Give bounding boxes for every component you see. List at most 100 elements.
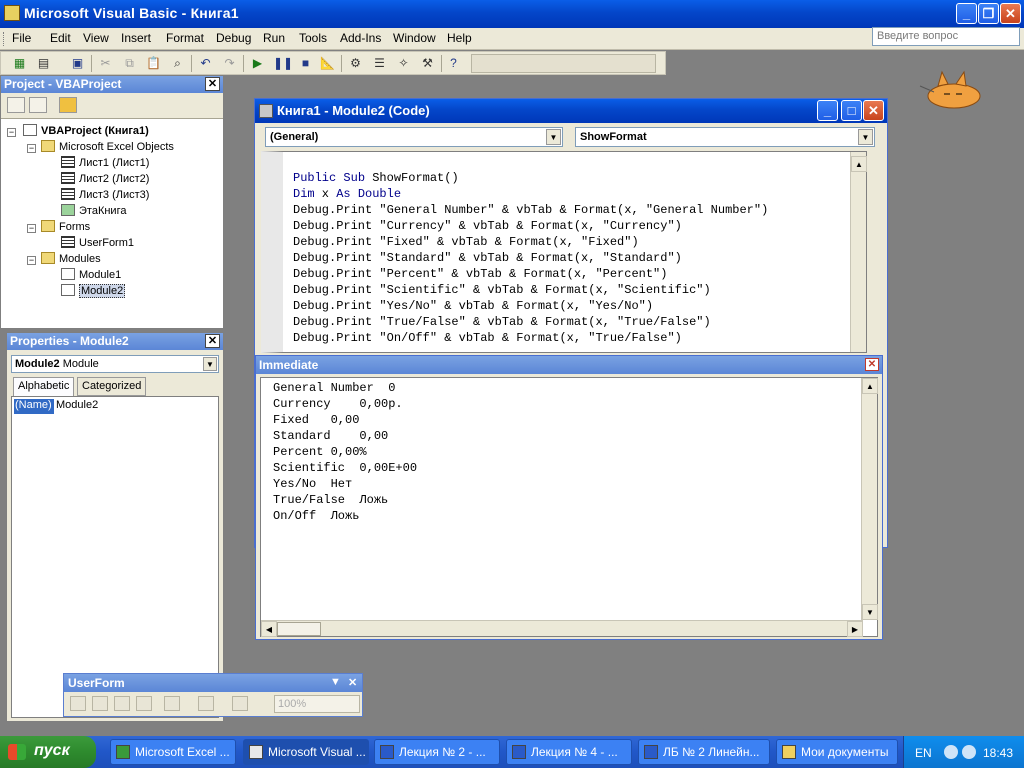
language-indicator[interactable]: EN <box>915 746 932 760</box>
toolbar-options-icon[interactable]: ▼ <box>330 676 341 688</box>
tree-sheet3[interactable]: Лист3 (Лист3) <box>61 188 149 203</box>
tree-thisworkbook[interactable]: ЭтаКнига <box>61 204 126 219</box>
menu-help[interactable]: Help <box>447 31 472 45</box>
userform-toolbar-title[interactable]: UserForm ▼ ✕ <box>64 674 362 692</box>
restore-button[interactable]: ❐ <box>978 3 999 24</box>
task-lb-2[interactable]: ЛБ № 2 Линейн... <box>638 739 770 765</box>
task-my-documents[interactable]: Мои документы <box>776 739 898 765</box>
network-icon[interactable] <box>962 745 976 759</box>
immediate-vertical-scrollbar[interactable]: ▲ ▼ <box>861 378 878 620</box>
project-explorer-icon[interactable]: ⚙ <box>347 55 364 72</box>
tray-arrow-icon[interactable] <box>944 745 958 759</box>
object-combo[interactable]: (General) ▼ <box>265 127 563 147</box>
task-lecture-2[interactable]: Лекция № 2 - ... <box>374 739 500 765</box>
procedure-combo[interactable]: ShowFormat ▼ <box>575 127 875 147</box>
tree-module2[interactable]: Module2 <box>61 284 126 299</box>
object-select[interactable]: Module2 Module ▼ <box>11 355 219 373</box>
tree-userform1[interactable]: UserForm1 <box>61 236 134 251</box>
tab-categorized[interactable]: Categorized <box>77 377 147 396</box>
find-icon[interactable]: ⌕ <box>169 55 186 72</box>
tree-sheet2[interactable]: Лист2 (Лист2) <box>61 172 149 187</box>
ungroup-icon[interactable] <box>136 696 152 711</box>
menu-view[interactable]: View <box>83 31 109 45</box>
task-excel[interactable]: Microsoft Excel ... <box>110 739 236 765</box>
menu-debug[interactable]: Debug <box>216 31 251 45</box>
expand-toggle-icon[interactable]: − <box>27 256 36 265</box>
save-icon[interactable]: ▣ <box>69 55 86 72</box>
code-maximize-button[interactable]: □ <box>841 100 862 121</box>
object-browser-icon[interactable]: ✧ <box>395 55 412 72</box>
paste-icon[interactable]: 📋 <box>145 55 162 72</box>
app-title-bar[interactable]: Microsoft Visual Basic - Книга1 _ ❐ ✕ <box>0 0 1024 28</box>
task-lecture-4[interactable]: Лекция № 4 - ... <box>506 739 632 765</box>
code-vertical-scrollbar[interactable]: ▲ <box>850 152 867 352</box>
scroll-up-icon[interactable]: ▲ <box>851 156 867 172</box>
toolbox-icon[interactable]: ⚒ <box>419 55 436 72</box>
menu-tools[interactable]: Tools <box>299 31 327 45</box>
code-minimize-button[interactable]: _ <box>817 100 838 121</box>
break-icon[interactable]: ❚❚ <box>273 55 293 72</box>
menu-add-ins[interactable]: Add-Ins <box>340 31 381 45</box>
properties-panel-close-icon[interactable]: ✕ <box>205 334 220 348</box>
menu-insert[interactable]: Insert <box>121 31 151 45</box>
menu-window[interactable]: Window <box>393 31 436 45</box>
chevron-down-icon[interactable]: ▼ <box>858 129 873 145</box>
office-assistant-cat-icon[interactable] <box>918 66 984 112</box>
expand-toggle-icon[interactable]: − <box>7 128 16 137</box>
group-icon[interactable] <box>114 696 130 711</box>
tree-forms[interactable]: Forms <box>41 220 90 235</box>
align-icon[interactable] <box>164 696 180 711</box>
immediate-window-title-bar[interactable]: Immediate ✕ <box>256 356 882 374</box>
menu-file[interactable]: File <box>12 31 31 45</box>
menu-edit[interactable]: Edit <box>50 31 71 45</box>
expand-toggle-icon[interactable]: − <box>27 224 36 233</box>
scroll-up-icon[interactable]: ▲ <box>862 378 878 394</box>
send-to-back-icon[interactable] <box>92 696 108 711</box>
redo-icon[interactable]: ↷ <box>221 55 238 72</box>
scroll-down-icon[interactable]: ▼ <box>862 604 878 620</box>
code-window-title-bar[interactable]: Книга1 - Module2 (Code) _ □ ✕ <box>255 99 887 123</box>
chevron-down-icon[interactable]: ▼ <box>546 129 561 145</box>
expand-toggle-icon[interactable]: − <box>27 144 36 153</box>
copy-icon[interactable]: ⧉ <box>121 55 138 72</box>
center-icon[interactable] <box>198 696 214 711</box>
vba-app-icon[interactable] <box>4 5 20 21</box>
undo-icon[interactable]: ↶ <box>197 55 214 72</box>
help-search-input[interactable]: Введите вопрос <box>872 27 1020 46</box>
view-code-icon[interactable] <box>7 97 25 113</box>
code-editor[interactable]: Public Sub ShowFormat() Dim x As Double … <box>261 151 867 353</box>
tree-root-vbaproject[interactable]: VBAProject (Книга1) <box>23 124 149 139</box>
menu-format[interactable]: Format <box>166 31 204 45</box>
tree-module1[interactable]: Module1 <box>61 268 121 283</box>
make-same-size-icon[interactable] <box>232 696 248 711</box>
scroll-thumb[interactable] <box>277 622 321 636</box>
view-object-icon[interactable] <box>29 97 47 113</box>
project-panel-close-icon[interactable]: ✕ <box>205 77 220 91</box>
properties-window-icon[interactable]: ☰ <box>371 55 388 72</box>
close-button[interactable]: ✕ <box>1000 3 1021 24</box>
immediate-horizontal-scrollbar[interactable]: ◀ ▶ <box>261 620 863 637</box>
zoom-select[interactable]: 100% <box>274 695 360 713</box>
property-value[interactable]: Module2 <box>56 399 98 414</box>
cut-icon[interactable]: ✂ <box>97 55 114 72</box>
design-mode-icon[interactable]: 📐 <box>319 55 336 72</box>
help-icon[interactable]: ? <box>445 55 462 72</box>
scroll-left-icon[interactable]: ◀ <box>261 621 277 637</box>
task-visual-basic[interactable]: Microsoft Visual ... <box>243 739 369 765</box>
tree-modules[interactable]: Modules <box>41 252 101 267</box>
start-button[interactable]: пуск <box>0 736 96 768</box>
toolbar-close-icon[interactable]: ✕ <box>348 676 357 689</box>
immediate-output[interactable]: General Number 0 Currency 0,00р. Fixed 0… <box>260 377 878 637</box>
toggle-folders-icon[interactable] <box>59 97 77 113</box>
chevron-down-icon[interactable]: ▼ <box>203 357 217 371</box>
reset-icon[interactable]: ■ <box>297 55 314 72</box>
tree-sheet1[interactable]: Лист1 (Лист1) <box>61 156 149 171</box>
immediate-close-icon[interactable]: ✕ <box>865 358 879 371</box>
menu-run[interactable]: Run <box>263 31 285 45</box>
tree-excel-objects[interactable]: Microsoft Excel Objects <box>41 140 174 155</box>
scroll-right-icon[interactable]: ▶ <box>847 621 863 637</box>
bring-to-front-icon[interactable] <box>70 696 86 711</box>
view-excel-icon[interactable]: ▦ <box>11 55 28 72</box>
insert-module-icon[interactable]: ▤ <box>35 55 52 72</box>
property-row[interactable]: (Name) Module2 <box>14 399 216 414</box>
